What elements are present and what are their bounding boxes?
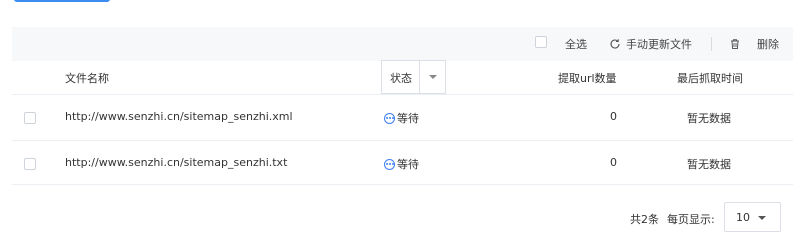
- header-url-count: 提取url数量: [558, 72, 617, 85]
- status-filter-dropdown[interactable]: 状态: [381, 60, 446, 94]
- row-status-text: 等待: [397, 158, 419, 171]
- select-all-label[interactable]: 全选: [565, 36, 587, 52]
- pagination-total: 共2条: [630, 213, 659, 226]
- header-last-crawl: 最后抓取时间: [677, 72, 743, 85]
- row-status-text: 等待: [397, 112, 419, 125]
- page-size-select[interactable]: 10: [724, 202, 781, 232]
- refresh-files-label: 手动更新文件: [626, 38, 692, 51]
- row-status: 等待: [384, 110, 419, 126]
- row-filename: http://www.senzhi.cn/sitemap_senzhi.txt: [65, 156, 288, 169]
- refresh-files-button[interactable]: 手动更新文件: [609, 36, 692, 52]
- header-status: 状态: [390, 72, 412, 85]
- row-last-crawl: 暂无数据: [687, 112, 731, 125]
- refresh-icon: [610, 39, 620, 49]
- select-all-text: 全选: [565, 38, 587, 51]
- table-row: http://www.senzhi.cn/sitemap_senzhi.xml …: [12, 94, 793, 140]
- row-status: 等待: [384, 156, 419, 172]
- row-checkbox[interactable]: [24, 112, 36, 124]
- trash-icon: [731, 39, 739, 49]
- chevron-down-icon: [429, 75, 437, 79]
- row-filename: http://www.senzhi.cn/sitemap_senzhi.xml: [65, 110, 293, 123]
- row-last-crawl: 暂无数据: [687, 158, 731, 171]
- toolbar-divider: [711, 37, 712, 51]
- delete-button[interactable]: 删除: [729, 36, 779, 52]
- table-bottom-border: [12, 184, 793, 185]
- caret-down-icon: [758, 216, 766, 220]
- page-size-value: 10: [736, 211, 750, 224]
- row-url-count: 0: [610, 156, 617, 169]
- primary-button-partial[interactable]: [14, 0, 110, 2]
- pagination-per-page-label: 每页显示:: [667, 213, 715, 226]
- table-header: 文件名称 状态 提取url数量 最后抓取时间: [12, 60, 793, 94]
- delete-label: 删除: [757, 38, 779, 51]
- pending-icon: [384, 158, 395, 170]
- table-toolbar: 全选 手动更新文件 删除: [12, 27, 793, 61]
- row-url-count: 0: [610, 110, 617, 123]
- select-all-checkbox-wrap[interactable]: [535, 36, 547, 48]
- row-checkbox[interactable]: [24, 158, 36, 170]
- pending-icon: [384, 112, 395, 124]
- dropdown-divider: [419, 61, 420, 93]
- table-row: http://www.senzhi.cn/sitemap_senzhi.txt …: [12, 140, 793, 186]
- select-all-checkbox[interactable]: [535, 36, 547, 48]
- header-filename: 文件名称: [65, 72, 109, 85]
